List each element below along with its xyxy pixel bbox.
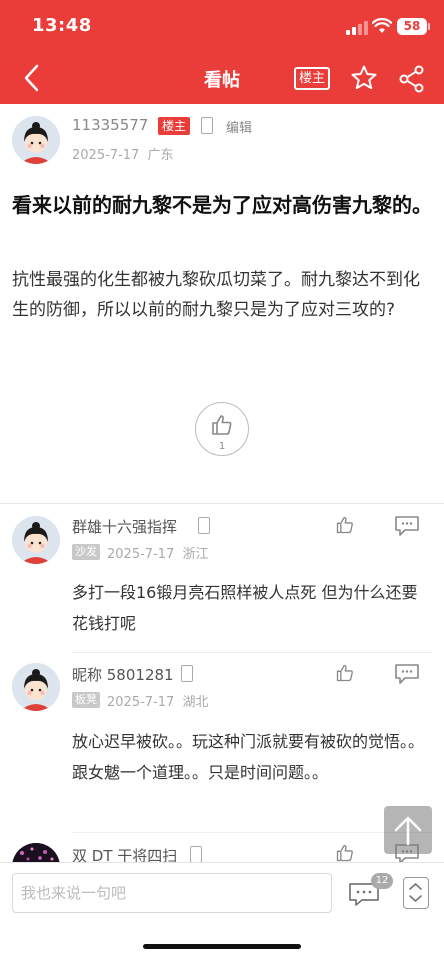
- reply-icon[interactable]: [394, 515, 420, 537]
- home-indicator: [143, 944, 301, 949]
- arrow-up-icon: [394, 816, 422, 846]
- avatar[interactable]: [12, 116, 60, 164]
- star-icon[interactable]: [350, 64, 378, 92]
- cellular-signal-icon: [346, 21, 368, 35]
- share-icon[interactable]: [398, 65, 426, 93]
- owner-only-button[interactable]: 楼主: [294, 67, 330, 90]
- post-like-button[interactable]: 1: [195, 402, 249, 456]
- phone-icon: [201, 117, 213, 134]
- avatar-girl-icon: [12, 116, 60, 164]
- comment-date: 2025-7-17: [107, 695, 175, 710]
- divider: [0, 503, 444, 504]
- back-to-top-button[interactable]: [384, 806, 432, 854]
- post-title: 看来以前的耐九黎不是为了应对高伤害九黎的。: [12, 193, 432, 217]
- comment-date: 2025-7-17: [107, 547, 175, 562]
- thumb-up-icon: [212, 415, 232, 435]
- comment-meta: 2025-7-17 湖北: [107, 691, 209, 710]
- comment-location: 浙江: [182, 547, 209, 562]
- avatar-girl-icon: [12, 663, 60, 711]
- comment-text: 放心迟早被砍。。玩这种门派就要有被砍的觉悟。。跟女魃一个道理。。只是时间问题。。: [72, 732, 425, 782]
- scroll-toggle-button[interactable]: [403, 877, 429, 909]
- thumb-up-icon[interactable]: [335, 843, 355, 863]
- post-like-count: 1: [218, 441, 226, 452]
- status-time: 13:48: [32, 15, 92, 36]
- comment-count-badge: 12: [371, 873, 393, 889]
- post-body: 抗性最强的化生都被九黎砍瓜切菜了。耐九黎达不到化生的防御，所以以前的耐九黎只是为…: [12, 270, 420, 320]
- post-author-name[interactable]: 11335577: [72, 116, 148, 134]
- divider: [72, 652, 432, 653]
- nav-bar: 看帖 楼主: [0, 52, 444, 104]
- comment-text: 多打一段16锻月亮石照样被人点死 但为什么还要花钱打呢: [72, 583, 418, 633]
- top-bar: 13:48 58 看帖 楼主: [0, 0, 444, 104]
- comment-author[interactable]: 昵称 5801281: [72, 664, 174, 685]
- post-meta: 2025-7-17 广东: [72, 144, 174, 163]
- owner-badge: 楼主: [158, 117, 191, 135]
- phone-icon: [181, 665, 193, 682]
- comment-avatar[interactable]: [12, 516, 60, 564]
- comment-input[interactable]: 我也来说一句吧: [12, 873, 332, 913]
- post-location: 广东: [147, 148, 174, 163]
- status-bar: 13:48 58: [0, 0, 444, 52]
- battery-tip: [428, 23, 430, 30]
- floor-tag: 板凳: [72, 692, 100, 708]
- post-date: 2025-7-17: [72, 148, 140, 163]
- comment-location: 湖北: [182, 695, 209, 710]
- comment-author[interactable]: 群雄十六强指挥: [72, 516, 177, 537]
- wifi-icon: [372, 18, 392, 33]
- floor-tag: 沙发: [72, 544, 100, 560]
- bottom-bar: 我也来说一句吧 12: [0, 862, 444, 960]
- comment-avatar[interactable]: [12, 663, 60, 711]
- edit-button[interactable]: 编辑: [226, 117, 252, 136]
- thumb-up-icon[interactable]: [335, 515, 355, 535]
- battery-icon: 58: [397, 18, 427, 35]
- thumb-up-icon[interactable]: [335, 663, 355, 683]
- comment-meta: 2025-7-17 浙江: [107, 543, 209, 562]
- reply-icon[interactable]: [394, 663, 420, 685]
- phone-icon: [198, 517, 210, 534]
- chevron-up-down-icon: [409, 883, 422, 902]
- divider: [72, 832, 432, 833]
- avatar-girl-icon: [12, 516, 60, 564]
- phone-icon: [190, 846, 202, 863]
